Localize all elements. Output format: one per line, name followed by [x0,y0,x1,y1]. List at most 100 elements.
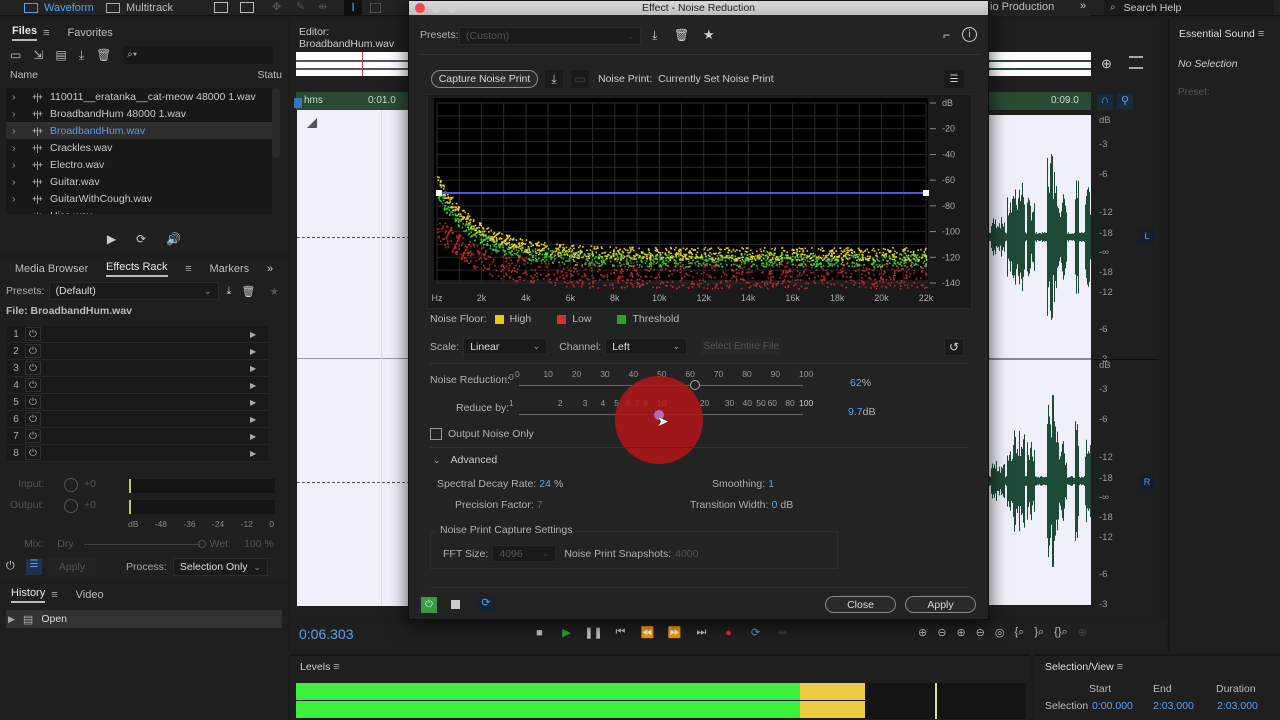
slip-tool-icon[interactable]: ⇹ [318,0,327,13]
power-toggle-icon[interactable]: ⏻ [421,597,437,613]
expand-chevron-icon[interactable]: › [12,159,32,171]
view-options-icon[interactable] [1129,56,1143,69]
file-list-item[interactable]: › +|+ GuitarWithCough.wav [6,190,272,207]
favorite-star-icon[interactable]: ★ [269,285,279,298]
slot-menu-arrow-icon[interactable]: ▶ [250,330,268,339]
skip-forward-icon[interactable]: ⏭ [688,626,715,639]
advanced-toggle[interactable]: ⌄ Advanced [433,454,497,466]
search-help[interactable]: ⌕ Search Help [1104,0,1274,15]
zoom-out-time-icon[interactable]: ⊖ [976,626,985,639]
capture-noise-print-button[interactable]: Capture Noise Print [431,70,538,88]
slot-menu-arrow-icon[interactable]: ▶ [250,347,268,356]
tab-favorites[interactable]: Favorites [68,27,113,39]
razor-tool-icon[interactable]: ✎ [296,0,305,13]
power-icon[interactable]: ⏻ [25,361,41,375]
marquee-tool-icon[interactable] [370,3,381,13]
power-icon[interactable]: ⏻ [25,412,41,426]
import-file-icon[interactable]: ⇲ [33,48,43,62]
new-file-icon[interactable]: ▤ [55,48,66,62]
loop-icon[interactable]: ⟳ [742,626,769,639]
tab-markers[interactable]: Markers [209,263,249,275]
power-icon[interactable]: ⏻ [25,327,41,341]
expand-chevron-icon[interactable]: › [12,142,32,154]
loop-preview-icon[interactable]: ⟳ [136,232,146,246]
fast-forward-icon[interactable]: ⏩ [661,626,688,639]
file-list-item[interactable]: › +|+ 110011__eratanka__cat-meow 48000 1.w… [6,88,272,105]
loop-preview-icon[interactable]: ⟳ [477,596,495,612]
panel-menu-icon[interactable]: ≡ [1258,28,1264,40]
panel-menu-icon[interactable]: ≡ [333,661,339,673]
open-file-icon[interactable]: ▭ [10,48,21,62]
pause-icon[interactable]: ❚❚ [580,626,607,639]
more-tabs-icon[interactable]: » [267,263,273,275]
zoom-window-icon[interactable] [447,3,457,13]
transition-width-value[interactable]: 0 [771,499,777,511]
spectral-pitch-icon[interactable] [240,2,254,13]
overview-waveform[interactable] [296,52,410,76]
selection-duration[interactable]: 2:03.000 [1217,700,1258,712]
presets-dropdown[interactable]: (Default) ⌄ [48,282,219,300]
time-ruler[interactable]: hms 0:01.0 [296,92,410,110]
list-icon[interactable]: ☰ [26,559,42,575]
effect-slot[interactable]: 2 ⏻ ▶ [7,343,268,360]
zoom-in-point-icon[interactable]: {⌕ [1014,626,1024,639]
dialog-presets-dropdown[interactable]: (Custom) ⌄ [459,27,641,45]
playhead-marker[interactable] [294,98,302,108]
time-selection-tool-icon[interactable]: I [344,0,362,16]
channel-l-toggle[interactable]: L [1139,229,1155,243]
delete-preset-icon[interactable]: 🗑 [241,285,255,298]
channel-dropdown[interactable]: Left ⌄ [605,338,688,355]
effect-slot[interactable]: 4 ⏻ ▶ [7,377,268,394]
power-icon[interactable]: ⏻ [25,446,41,460]
apply-button[interactable]: Apply [905,596,976,613]
spectral-decay-value[interactable]: 24 [539,478,551,490]
scale-dropdown[interactable]: Linear ⌄ [463,338,548,355]
rack-apply-button[interactable]: Apply [48,558,96,576]
tab-history[interactable]: History [11,587,46,603]
dialog-titlebar[interactable]: Effect - Noise Reduction [409,1,988,15]
marker-pin-icon[interactable]: ⚲ [1117,94,1133,110]
play-icon[interactable]: ▶ [553,626,580,639]
save-preset-icon[interactable]: ⤓ [652,28,657,43]
route-channels-icon[interactable]: ⌐ [943,28,950,42]
name-column-header[interactable]: Name [10,69,38,81]
zoom-out-full-icon[interactable]: ◎ [995,626,1005,639]
output-gain-knob[interactable] [64,499,78,513]
files-search-input[interactable]: ⌕▾ [123,46,274,64]
expand-chevron-icon[interactable]: › [12,91,32,103]
slot-menu-arrow-icon[interactable]: ▶ [250,449,268,458]
slot-menu-arrow-icon[interactable]: ▶ [250,432,268,441]
expand-chevron-icon[interactable]: › [12,210,32,215]
rewind-icon[interactable]: ⏪ [634,626,661,639]
panel-menu-icon[interactable]: ≡ [51,589,57,601]
save-preset-icon[interactable]: ⤓ [227,285,232,298]
power-icon[interactable]: ⏻ [6,560,20,574]
effect-slot[interactable]: 5 ⏻ ▶ [7,394,268,411]
delete-icon[interactable]: 🗑 [96,48,111,62]
zoom-selection-icon[interactable]: {}⌕ [1054,626,1068,639]
autoplay-icon[interactable]: 🔊 [166,232,181,246]
waveform-view-right[interactable] [989,115,1091,605]
input-gain-knob[interactable] [64,478,78,492]
tab-video[interactable]: Video [76,589,104,601]
select-entire-file-button[interactable]: Select Entire File [701,338,782,355]
zoom-in-time-icon[interactable]: ⊕ [956,626,965,639]
threshold-control-point[interactable] [436,190,442,196]
output-noise-only-checkbox[interactable]: Output Noise Only [430,428,534,440]
file-list-item[interactable]: ›+|+Hiss.wav [6,207,272,215]
power-icon[interactable]: ⏻ [25,429,41,443]
overview-waveform-right[interactable] [989,52,1091,76]
effect-slot[interactable]: 8 ⏻ ▶ [7,445,268,462]
process-dropdown[interactable]: Selection Only ⌄ [172,558,268,576]
expand-chevron-icon[interactable]: › [12,125,32,137]
minimize-window-icon[interactable] [431,3,441,13]
mix-slider[interactable] [83,539,206,548]
reduce-by-value[interactable]: 9.7 [848,406,863,418]
fade-handle-icon[interactable] [307,118,317,128]
file-list-item[interactable]: › +|+ Guitar.wav [6,173,272,190]
time-ruler-right[interactable]: 0:09.0 [989,92,1091,110]
more-workspaces-icon[interactable]: » [1080,0,1086,12]
close-window-icon[interactable] [415,3,425,13]
selection-end[interactable]: 2:03.000 [1153,700,1194,712]
zoom-in-amplitude-icon[interactable]: ⊕ [918,626,927,639]
